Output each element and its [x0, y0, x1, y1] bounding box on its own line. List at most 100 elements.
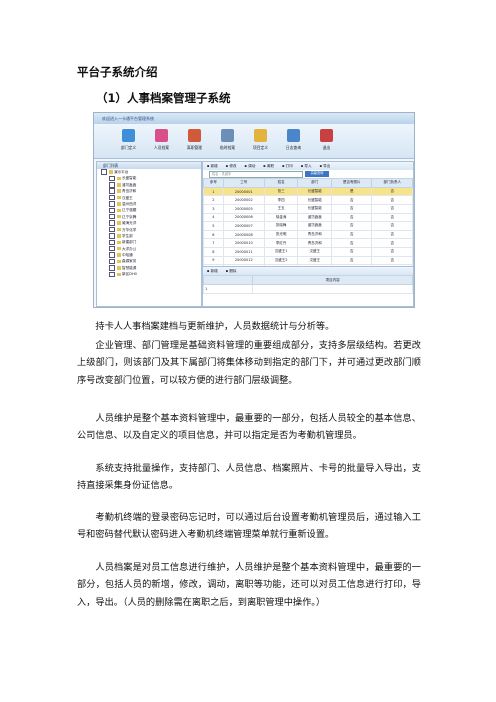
- table-cell: 否: [371, 255, 413, 266]
- table-row[interactable]: 9 20000012 汉盛王2 汉盛王否否: [203, 255, 413, 266]
- checkbox[interactable]: [109, 213, 115, 220]
- checkbox[interactable]: [109, 207, 115, 214]
- table-cell: 汉盛王1: [263, 246, 299, 257]
- toolbar-label: 日志查询: [285, 145, 302, 150]
- table-row[interactable]: 1: [202, 284, 413, 294]
- toolbar-button[interactable]: 临时档案: [211, 124, 244, 158]
- folder-icon: [116, 227, 121, 232]
- folder-icon: [116, 208, 121, 213]
- folder-icon: [116, 259, 121, 264]
- grid-toolbar-button[interactable]: ▪ 新增: [207, 164, 218, 169]
- table-cell: 李四: [263, 195, 299, 205]
- sub-toolbar-button[interactable]: ▪ 删除: [226, 269, 237, 274]
- table-row[interactable]: 1 20000001 张三 长盛智能是否: [203, 186, 413, 197]
- table-row[interactable]: 6 20000008 张光明 青岛济和否否: [203, 229, 413, 240]
- table-cell: 否: [371, 204, 413, 214]
- toolbar-button[interactable]: 项目定义: [244, 124, 277, 158]
- table-cell: 20000012: [222, 255, 265, 266]
- folder-icon: [108, 170, 113, 174]
- table-cell: 长盛智能: [297, 204, 332, 214]
- toolbar-icon: [320, 129, 333, 142]
- toolbar-button[interactable]: 人员档案: [145, 124, 178, 158]
- checkbox[interactable]: [109, 239, 115, 246]
- table-cell: 张光明: [263, 229, 299, 240]
- toolbar-button[interactable]: 退出: [310, 124, 343, 158]
- checkbox[interactable]: [109, 258, 115, 265]
- table-row[interactable]: 3 20000005 王五 长盛智能否否: [203, 204, 413, 214]
- checkbox[interactable]: [109, 194, 115, 201]
- table-cell: 20000007: [222, 221, 265, 231]
- checkbox[interactable]: [109, 265, 115, 271]
- table-cell: 长盛智能: [297, 186, 332, 197]
- search-input[interactable]: 姓名：关键字: [209, 170, 303, 178]
- folder-icon: [116, 234, 121, 238]
- table-cell: 6: [203, 229, 224, 240]
- checkbox[interactable]: [101, 169, 107, 175]
- table-cell: 20000008: [222, 229, 265, 240]
- toolbar-label: 临时档案: [219, 145, 236, 150]
- table-cell: 徐金涛: [263, 212, 299, 223]
- folder-icon: [116, 246, 121, 251]
- table-cell: 否: [330, 229, 373, 240]
- folder-icon: [116, 195, 121, 200]
- table-cell: 1: [202, 284, 254, 294]
- table-cell: 20000005: [222, 204, 265, 214]
- toolbar-icon: [188, 129, 201, 142]
- tree-node[interactable]: 新区DH0: [97, 271, 201, 277]
- table-cell: 潍坊鑫鑫: [297, 221, 332, 231]
- table-cell: 否: [371, 229, 413, 240]
- column-header: 序号: [203, 178, 224, 188]
- advanced-search-button[interactable]: 高级查询: [305, 171, 329, 177]
- table-cell: 青岛济和: [297, 238, 332, 248]
- checkbox[interactable]: [109, 182, 115, 188]
- table-cell: 汉盛王: [297, 255, 332, 266]
- table-cell: 2: [203, 195, 224, 205]
- table-cell: 否: [330, 204, 373, 214]
- column-header: 部门: [297, 178, 332, 188]
- grid-toolbar-button[interactable]: ▪ 打印: [282, 164, 293, 169]
- grid-toolbar-button[interactable]: ▪ 离职: [263, 164, 274, 169]
- checkbox[interactable]: [109, 245, 115, 252]
- checkbox[interactable]: [109, 226, 115, 233]
- toolbar-button[interactable]: 日志查询: [277, 124, 310, 158]
- folder-icon: [116, 272, 121, 276]
- toolbar-button[interactable]: 离职管理: [178, 124, 211, 158]
- checkbox[interactable]: [109, 252, 115, 258]
- table-cell: 否: [371, 212, 413, 223]
- tree-node-label: 辽宁强耀: [122, 208, 137, 213]
- table-row[interactable]: 5 20000007 张晓梅 潍坊鑫鑫否否: [203, 221, 413, 231]
- main-toolbar: 部门定义 人员档案 离职管理 临时档案 项目定义 日志查询 退出: [94, 124, 414, 159]
- table-cell: 否: [330, 195, 373, 205]
- table-cell: 否: [330, 238, 373, 248]
- tree-node-label: 演示平台: [114, 170, 129, 174]
- grid-toolbar-button[interactable]: ▪ 修改: [226, 164, 237, 169]
- checkbox[interactable]: [109, 201, 115, 207]
- grid-toolbar-button[interactable]: ▪ 调动: [245, 164, 256, 169]
- app-screenshot: 欢迎进入一卡通平台管理系统 部门定义 人员档案 离职管理 临时档案 项目定义 日志查询 退出…: [93, 112, 415, 308]
- table-row[interactable]: 4 20000006 徐金涛 潍坊鑫鑫否否: [203, 212, 413, 223]
- checkbox[interactable]: [109, 175, 115, 182]
- table-cell: 张三: [263, 186, 299, 197]
- table-row[interactable]: 2 20000002 李四 长盛智能否否: [203, 195, 413, 205]
- checkbox[interactable]: [109, 271, 115, 277]
- table-row[interactable]: 8 20000011 汉盛王1 汉盛王否否: [203, 246, 413, 257]
- checkbox[interactable]: [109, 220, 115, 226]
- checkbox[interactable]: [109, 188, 115, 194]
- table-cell: 潍坊鑫鑫: [297, 212, 332, 223]
- tree-node-label: 智慧能源: [122, 265, 137, 270]
- folder-icon: [116, 266, 121, 270]
- column-header: 姓名: [263, 178, 299, 188]
- table-cell: 7: [203, 238, 224, 248]
- tree-node-label: 长盛智能: [122, 176, 137, 181]
- tree-node-label: 大洋办公: [122, 246, 137, 251]
- toolbar-icon: [287, 129, 300, 142]
- checkbox[interactable]: [109, 233, 115, 239]
- tree-node-label: 新区DH0: [122, 272, 137, 277]
- folder-icon: [116, 253, 121, 257]
- grid-toolbar-button[interactable]: ▪ 导出: [320, 164, 331, 169]
- table-row[interactable]: 7 20000010 李红丹 青岛济和否否: [203, 238, 413, 248]
- personnel-grid: ▪ 新增 ▪ 修改 ▪ 调动 ▪ 离职 ▪ 打印 ▪ 导入 ▪ 导出 姓名：关键字 高级查询…: [202, 161, 414, 307]
- grid-toolbar-button[interactable]: ▪ 导入: [301, 164, 312, 169]
- toolbar-button[interactable]: 部门定义: [112, 124, 145, 158]
- sub-toolbar-button[interactable]: ▪ 新增: [207, 269, 218, 274]
